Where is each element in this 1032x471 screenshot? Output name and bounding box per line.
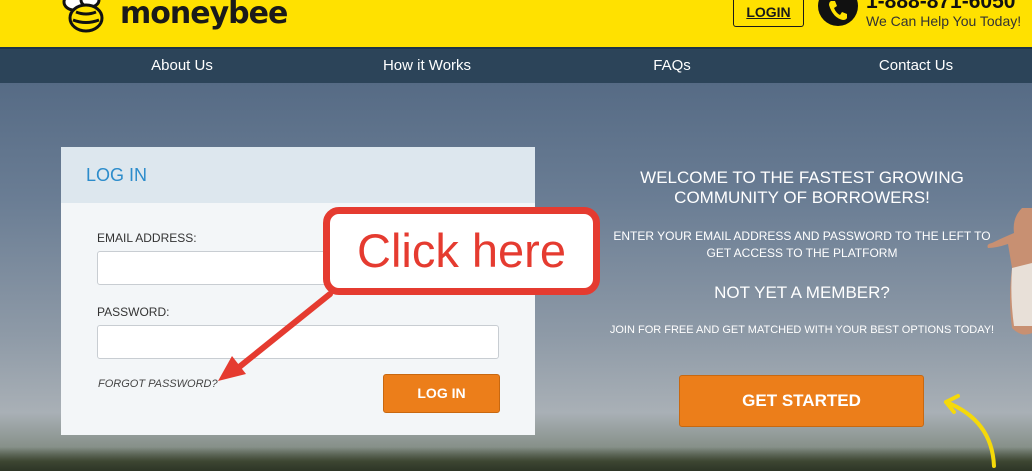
get-started-button[interactable]: GET STARTED [679,375,924,427]
login-submit-button[interactable]: LOG IN [383,374,500,413]
main-nav: About Us How it Works FAQs Contact Us [0,47,1032,83]
nav-item-faqs[interactable]: FAQs [653,57,691,74]
login-title: LOG IN [86,165,148,185]
phone-number[interactable]: 1-888-871-6050 [866,0,1015,14]
login-instructions: ENTER YOUR EMAIL ADDRESS AND PASSWORD TO… [613,229,991,260]
welcome-heading: WELCOME TO THE FASTEST GROWING COMMUNITY… [640,168,964,207]
brand-logo[interactable]: moneybee [60,0,288,34]
password-field[interactable] [97,325,499,359]
nav-item-about-us[interactable]: About Us [151,57,213,74]
phone-icon [818,0,858,26]
join-text: JOIN FOR FREE AND GET MATCHED WITH YOUR … [609,324,995,336]
forgot-password-link[interactable]: FORGOT PASSWORD? [98,378,218,390]
nav-item-contact-us[interactable]: Contact Us [879,57,953,74]
callout-text: Click here [357,224,566,277]
treeline-decoration [0,447,1032,471]
brand-name: moneybee [120,0,288,31]
password-label: PASSWORD: [97,305,170,319]
header-login-button[interactable]: LOGIN [733,0,804,27]
bee-logo-icon [60,0,116,34]
click-here-callout: Click here [323,207,600,295]
site-header: moneybee LOGIN 1-888-871-6050 We Can Hel… [0,0,1032,47]
nav-item-how-it-works[interactable]: How it Works [383,57,471,74]
email-label: EMAIL ADDRESS: [97,231,197,245]
not-member-heading: NOT YET A MEMBER? [714,283,890,302]
help-tagline: We Can Help You Today! [866,13,1022,29]
login-card-header: LOG IN [61,147,535,203]
